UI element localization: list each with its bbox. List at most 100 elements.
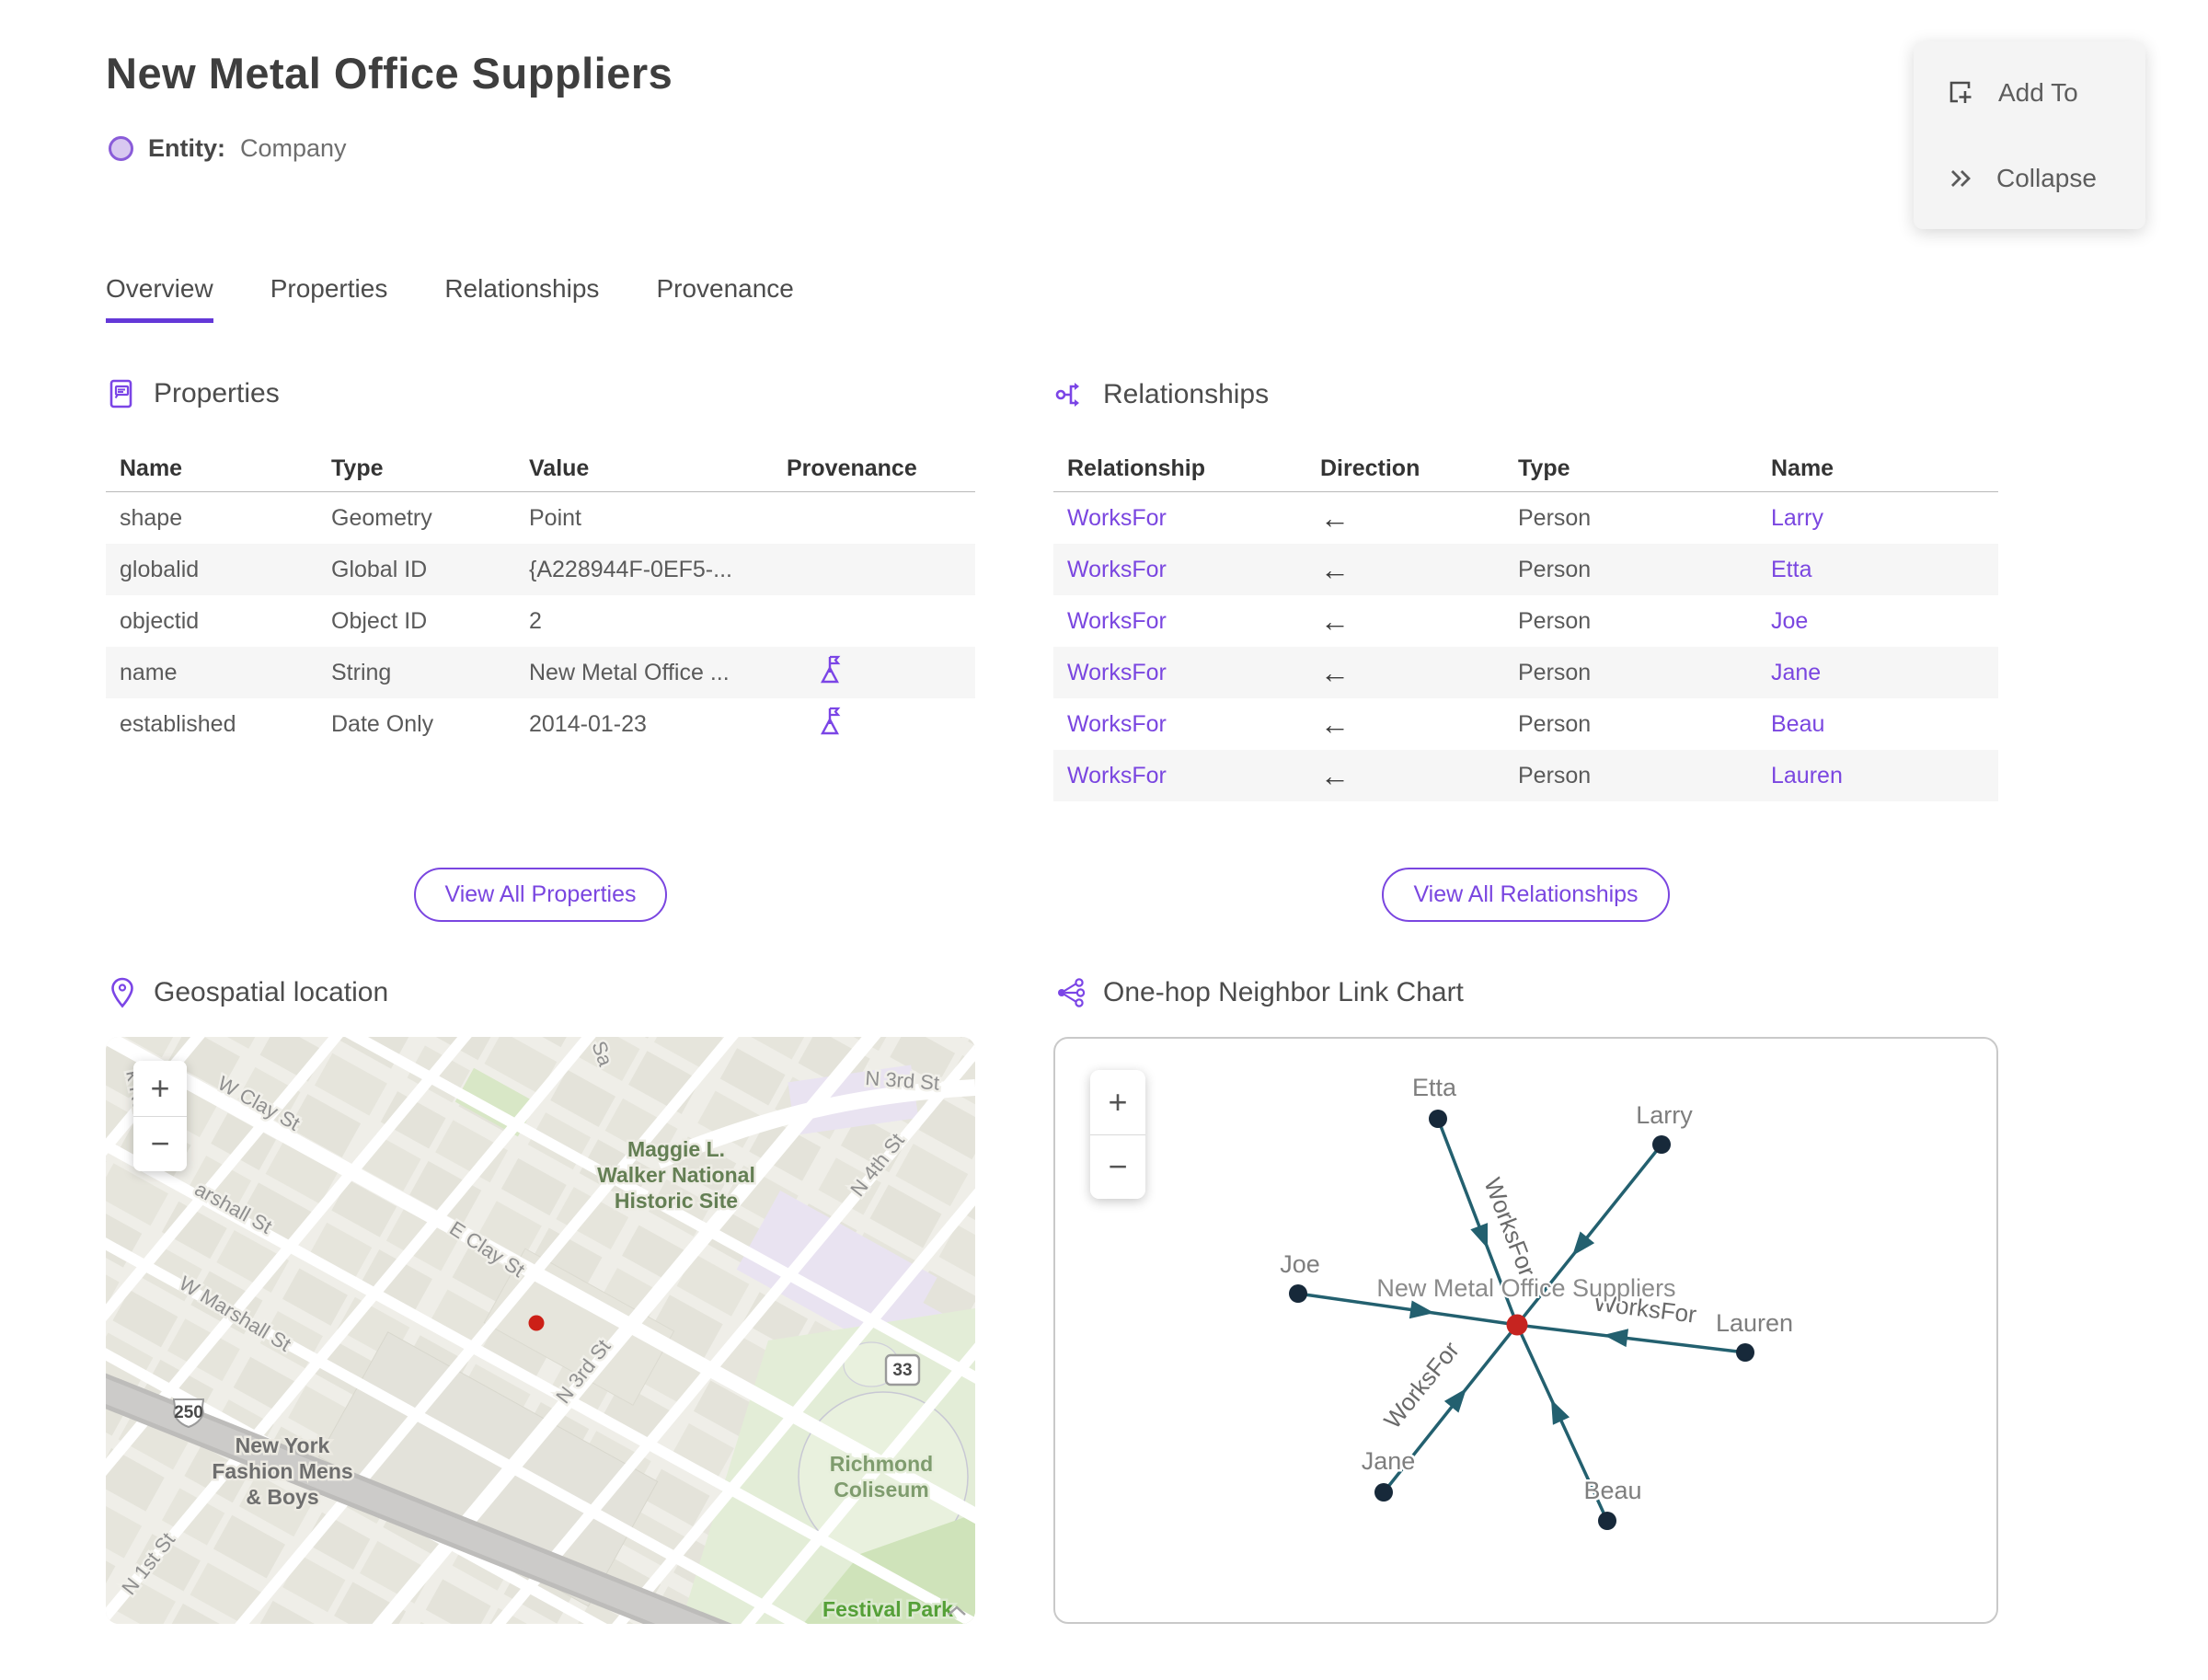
prop-type: String	[331, 659, 392, 685]
tab-overview-label: Overview	[106, 274, 213, 303]
node-etta[interactable]	[1429, 1110, 1447, 1128]
geospatial-section-header: Geospatial location	[106, 975, 388, 1010]
shield-label: 250	[174, 1403, 203, 1422]
direction-arrow: ←	[1320, 758, 1350, 792]
add-to-label: Add To	[1998, 78, 2078, 107]
node-joe[interactable]	[1289, 1284, 1307, 1303]
chart-zoom-out-button[interactable]: −	[1090, 1134, 1145, 1199]
node-larry[interactable]	[1652, 1135, 1671, 1154]
direction-arrow: ←	[1320, 604, 1350, 638]
place-label: & Boys	[246, 1485, 318, 1509]
col-direction: Direction	[1320, 455, 1420, 481]
collapse-button[interactable]: Collapse	[1945, 163, 2114, 194]
table-row: globalid Global ID {A228944F-0EF5-...	[106, 544, 975, 595]
relationship-link[interactable]: WorksFor	[1053, 660, 1306, 686]
relationship-link[interactable]: WorksFor	[1053, 763, 1306, 789]
tab-properties[interactable]: Properties	[270, 274, 388, 323]
tab-provenance-label: Provenance	[656, 274, 794, 303]
provenance-flag-icon[interactable]	[814, 705, 845, 738]
entity-link[interactable]: Jane	[1757, 660, 1998, 686]
map-zoom-in-button[interactable]: +	[133, 1061, 187, 1116]
place-label: Maggie L.	[627, 1137, 725, 1161]
chart-zoom-in-button[interactable]: +	[1090, 1070, 1145, 1134]
entity-link[interactable]: Joe	[1757, 608, 1998, 635]
properties-section-header: Properties	[106, 377, 280, 410]
node-label: Lauren	[1716, 1309, 1793, 1337]
relationships-button-row: View All Relationships	[1053, 868, 1998, 922]
prop-name: shape	[120, 504, 183, 531]
table-row: name String New Metal Office ...	[106, 647, 975, 698]
col-value: Value	[529, 455, 590, 481]
properties-table-header: Name Type Value Provenance	[106, 446, 975, 492]
properties-button-row: View All Properties	[106, 868, 975, 922]
relationship-link[interactable]: WorksFor	[1053, 608, 1306, 635]
node-lauren[interactable]	[1736, 1343, 1754, 1362]
relationship-link[interactable]: WorksFor	[1053, 711, 1306, 738]
col-provenance: Provenance	[787, 455, 917, 481]
table-row: WorksFor ← Person Beau	[1053, 698, 1998, 750]
entity-link[interactable]: Lauren	[1757, 763, 1998, 789]
center-node-label: New Metal Office Suppliers	[1376, 1274, 1675, 1302]
tab-provenance[interactable]: Provenance	[656, 274, 793, 323]
rel-type: Person	[1518, 762, 1592, 788]
add-to-icon	[1949, 81, 1972, 103]
rel-type: Person	[1518, 710, 1592, 737]
direction-arrow: ←	[1320, 707, 1350, 741]
entity-link[interactable]: Larry	[1757, 505, 1998, 532]
table-row: WorksFor ← Person Lauren	[1053, 750, 1998, 801]
entity-label: Entity:	[148, 134, 225, 162]
prop-name: established	[120, 710, 236, 737]
map-card: k Rd W Clay St Sa N 3rd St N 4th St arsh…	[106, 1037, 975, 1624]
prop-name: objectid	[120, 607, 200, 634]
table-row: WorksFor ← Person Joe	[1053, 595, 1998, 647]
properties-section-title: Properties	[154, 378, 280, 408]
node-label: Etta	[1412, 1074, 1457, 1101]
relationship-link[interactable]: WorksFor	[1053, 505, 1306, 532]
entity-link[interactable]: Etta	[1757, 557, 1998, 583]
edge-label: WorksFor	[1478, 1174, 1541, 1281]
place-label: Festival Park	[822, 1597, 953, 1621]
link-chart-card: WorksFor WorksFor WorksFor Etta Larry Jo…	[1053, 1037, 1998, 1624]
prop-name: globalid	[120, 556, 200, 582]
col-relationship: Relationship	[1067, 455, 1206, 481]
shield-label: 33	[892, 1361, 912, 1380]
map-zoom-out-button[interactable]: −	[133, 1116, 187, 1171]
add-to-button[interactable]: Add To	[1945, 76, 2114, 109]
properties-table: Name Type Value Provenance shape Geometr…	[106, 446, 975, 750]
tab-bar: Overview Properties Relationships Proven…	[106, 274, 794, 323]
place-label: Coliseum	[834, 1478, 929, 1502]
prop-type: Geometry	[331, 504, 432, 531]
prop-value: {A228944F-0EF5-...	[529, 556, 732, 582]
node-beau[interactable]	[1598, 1512, 1616, 1530]
relationship-link[interactable]: WorksFor	[1053, 557, 1306, 583]
node-jane[interactable]	[1374, 1483, 1393, 1502]
entity-link[interactable]: Beau	[1757, 711, 1998, 738]
relationships-icon	[1055, 383, 1079, 407]
rel-type: Person	[1518, 659, 1592, 685]
map-canvas[interactable]: k Rd W Clay St Sa N 3rd St N 4th St arsh…	[106, 1037, 975, 1624]
place-label: Historic Site	[615, 1189, 738, 1213]
col-name: Name	[1771, 455, 1834, 481]
link-chart-section-header: One-hop Neighbor Link Chart	[1053, 975, 1464, 1010]
table-row: WorksFor ← Person Larry	[1053, 492, 1998, 544]
view-all-properties-button[interactable]: View All Properties	[413, 868, 668, 922]
node-label: Jane	[1362, 1447, 1416, 1475]
table-row: shape Geometry Point	[106, 492, 975, 544]
place-label: Fashion Mens	[212, 1459, 352, 1483]
tab-overview[interactable]: Overview	[106, 274, 213, 323]
chart-edge-labels: WorksFor WorksFor WorksFor	[1376, 1172, 1700, 1435]
link-chart-canvas[interactable]: WorksFor WorksFor WorksFor Etta Larry Jo…	[1055, 1039, 1996, 1622]
geospatial-section-title: Geospatial location	[154, 977, 389, 1007]
page-title: New Metal Office Suppliers	[106, 49, 673, 98]
provenance-flag-icon[interactable]	[814, 653, 845, 686]
view-all-relationships-button[interactable]: View All Relationships	[1382, 868, 1670, 922]
table-row: established Date Only 2014-01-23	[106, 698, 975, 750]
entity-overview-page: New Metal Office Suppliers Entity: Compa…	[0, 0, 2208, 1680]
prop-type: Date Only	[331, 710, 434, 737]
tab-relationships-label: Relationships	[444, 274, 600, 303]
entity-badge-row: Entity: Company	[109, 134, 347, 163]
relationships-section-header: Relationships	[1053, 377, 1269, 412]
tab-relationships[interactable]: Relationships	[444, 274, 599, 323]
node-center[interactable]	[1506, 1314, 1528, 1336]
properties-icon	[109, 379, 132, 408]
